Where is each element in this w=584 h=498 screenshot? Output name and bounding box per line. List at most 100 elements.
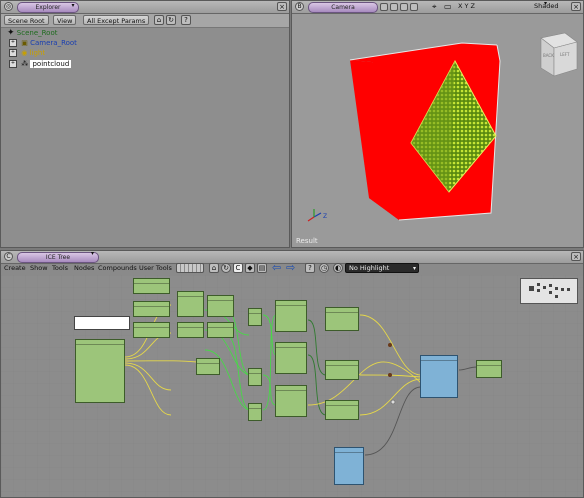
- ice-node[interactable]: [325, 307, 359, 331]
- explorer-panel: ◎ Explorer ▾ × Scene Root View All Excep…: [0, 0, 290, 248]
- dropdown-icon[interactable]: ▾: [91, 250, 94, 257]
- expand-icon[interactable]: +: [9, 39, 17, 47]
- ice-node[interactable]: [133, 278, 170, 294]
- ice-node-get-data[interactable]: [334, 447, 364, 485]
- menu-compounds[interactable]: Compounds: [98, 263, 137, 273]
- explorer-menu-icon[interactable]: ◎: [4, 2, 13, 11]
- forward-arrow-icon[interactable]: ⇨: [286, 261, 295, 274]
- filter-button[interactable]: All Except Params: [83, 15, 150, 25]
- ice-node[interactable]: [248, 403, 262, 421]
- viewport-toolbar-icons: [380, 3, 428, 11]
- dropdown-icon[interactable]: ▾: [69, 2, 77, 11]
- tree-item-label: Scene_Root: [16, 29, 58, 37]
- ice-node-root[interactable]: [476, 360, 502, 378]
- scope-button[interactable]: Scene Root: [4, 15, 49, 25]
- axis-gizmo-icon: Z: [307, 209, 327, 222]
- ice-node[interactable]: [133, 322, 170, 338]
- node-header: [134, 323, 169, 328]
- ice-node[interactable]: [325, 360, 359, 380]
- menu-nodes[interactable]: Nodes: [74, 263, 94, 273]
- camera-selector[interactable]: Camera: [308, 2, 378, 13]
- close-icon[interactable]: ×: [571, 252, 581, 261]
- ice-node[interactable]: [177, 291, 204, 317]
- layout-icon[interactable]: ▤: [257, 263, 267, 273]
- tree-item-camera-root[interactable]: + ▣ Camera_Root: [9, 38, 77, 48]
- ice-node[interactable]: [275, 385, 307, 417]
- tree-item-label: light: [29, 49, 46, 57]
- ice-node[interactable]: [275, 300, 307, 332]
- node-header: [421, 356, 457, 361]
- comment-note: [74, 316, 130, 330]
- tree-item-label: pointcloud: [30, 60, 72, 68]
- lock-icon[interactable]: ⌂: [154, 15, 164, 25]
- ice-node[interactable]: [207, 295, 234, 317]
- axes-label[interactable]: X Y Z: [458, 2, 475, 10]
- tree-item-label: Camera_Root: [30, 39, 77, 47]
- ice-node[interactable]: [196, 358, 220, 375]
- tree-item-light[interactable]: + ◉ light: [9, 48, 45, 58]
- dropdown-icon: ▾: [412, 265, 416, 272]
- view-button[interactable]: View: [53, 15, 77, 25]
- viewport-panel: B Camera ⌖ ▭ X Y Z Shaded ▾ × BACK LEFT …: [291, 0, 584, 248]
- highlight-value: No Highlight: [349, 264, 390, 272]
- expand-icon[interactable]: +: [9, 49, 17, 57]
- tree-item-pointcloud[interactable]: + ⁂ pointcloud: [9, 59, 72, 69]
- node-header: [276, 343, 306, 348]
- refresh-icon[interactable]: ↻: [221, 263, 231, 273]
- dropdown-icon[interactable]: ▾: [544, 0, 547, 7]
- node-header: [249, 404, 261, 409]
- cube-view-icon[interactable]: ◆: [245, 263, 255, 273]
- menu-tools[interactable]: Tools: [52, 263, 68, 273]
- ice-node[interactable]: [325, 400, 359, 420]
- highlight-dropdown[interactable]: No Highlight ▾: [345, 263, 419, 273]
- viewport-canvas[interactable]: BACK LEFT Z Result: [292, 13, 583, 247]
- refresh-icon[interactable]: ↻: [166, 15, 176, 25]
- ice-node[interactable]: [177, 322, 204, 338]
- node-header: [326, 361, 358, 366]
- view-toggle-icon[interactable]: [400, 3, 408, 11]
- ice-tree-title[interactable]: ICE Tree: [17, 252, 99, 263]
- panel-toggle-icon[interactable]: [176, 263, 204, 273]
- close-icon[interactable]: ×: [277, 2, 287, 11]
- pointcloud-icon: ⁂: [21, 60, 29, 68]
- ice-node[interactable]: [207, 322, 234, 338]
- menu-user-tools[interactable]: User Tools: [139, 263, 172, 273]
- node-header: [134, 279, 169, 284]
- ice-node[interactable]: [133, 301, 170, 317]
- view-toggle-icon[interactable]: [410, 3, 418, 11]
- node-header: [335, 448, 363, 453]
- expand-icon[interactable]: +: [9, 60, 17, 68]
- close-icon[interactable]: ×: [571, 2, 581, 11]
- ice-node[interactable]: [275, 342, 307, 374]
- node-header: [276, 301, 306, 306]
- view-toggle-icon[interactable]: [390, 3, 398, 11]
- node-header: [249, 369, 261, 374]
- node-header: [178, 323, 203, 328]
- scene-icon: ✦: [7, 28, 15, 38]
- node-header: [249, 309, 261, 314]
- tree-item-scene-root[interactable]: ✦ Scene_Root: [7, 28, 57, 38]
- timer-icon[interactable]: ◷: [319, 263, 329, 273]
- ice-tree-menu-icon[interactable]: C: [4, 252, 13, 261]
- highlight-icon[interactable]: ◐: [333, 263, 343, 273]
- display-icon[interactable]: ▭: [444, 2, 452, 11]
- ice-node[interactable]: [248, 308, 262, 326]
- ice-node-main-compound[interactable]: [75, 339, 125, 403]
- lock-icon[interactable]: ⌂: [209, 263, 219, 273]
- node-header: [134, 302, 169, 307]
- ice-node[interactable]: [248, 368, 262, 386]
- help-icon[interactable]: ?: [181, 15, 191, 25]
- clear-icon[interactable]: C: [233, 263, 243, 273]
- camera-eye-icon[interactable]: ⌖: [432, 2, 437, 12]
- back-arrow-icon[interactable]: ⇦: [272, 261, 281, 274]
- navigator-preview: [529, 283, 570, 298]
- light-icon: ◉: [21, 49, 28, 57]
- help-icon[interactable]: ?: [305, 263, 315, 273]
- ice-node-set-data[interactable]: [420, 355, 458, 398]
- viewport-menu-icon[interactable]: B: [295, 2, 304, 11]
- menu-create[interactable]: Create: [4, 263, 26, 273]
- menu-show[interactable]: Show: [30, 263, 48, 273]
- view-toggle-icon[interactable]: [380, 3, 388, 11]
- node-header: [326, 401, 358, 406]
- graph-navigator[interactable]: [520, 278, 578, 304]
